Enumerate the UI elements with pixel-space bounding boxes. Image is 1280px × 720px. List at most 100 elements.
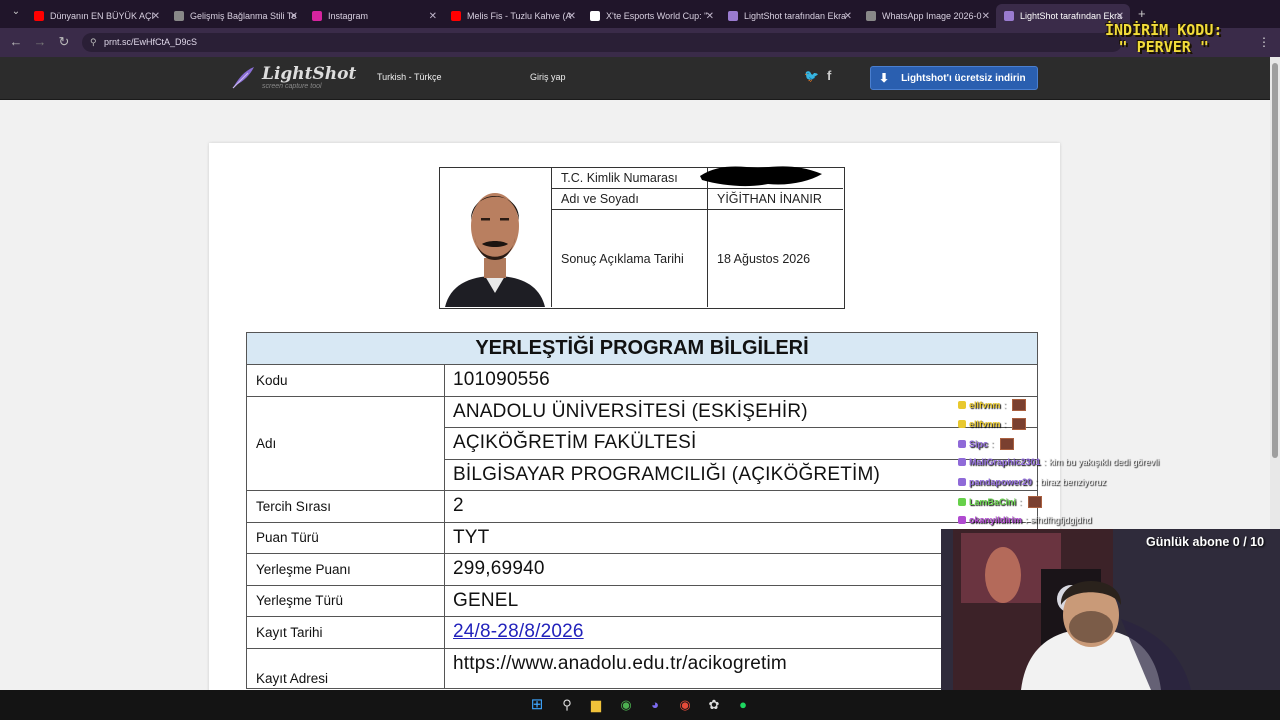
language-select[interactable]: Turkish - Türkçe — [377, 72, 442, 82]
chat-emote-icon — [999, 438, 1014, 450]
reg-date-label: Kayıt Tarihi — [246, 616, 445, 649]
discord-icon[interactable]: ◕ — [647, 697, 663, 713]
tab-close-icon[interactable]: ✕ — [568, 11, 576, 22]
scrollbar-thumb[interactable] — [1272, 63, 1278, 458]
browser-tab[interactable]: Instagram ✕ — [304, 4, 443, 28]
row-label: Puan Türü — [246, 521, 445, 554]
windows-start-icon[interactable]: ⊞ — [529, 697, 545, 713]
chat-message: MaliGraphic2301: kim bu yakışıklı dedi gö… — [958, 457, 1159, 467]
tab-title: WhatsApp Image 2026-0 — [882, 11, 982, 21]
chrome-icon[interactable]: ◉ — [618, 697, 634, 713]
name-label: Adı — [246, 395, 445, 491]
program-heading: YERLEŞTİĞİ PROGRAM BİLGİLERİ — [246, 332, 1038, 365]
login-link[interactable]: Giriş yap — [530, 72, 566, 82]
chat-separator: : — [991, 439, 994, 449]
obs-icon[interactable]: ✿ — [706, 697, 722, 713]
menu-icon[interactable]: ⋮ — [1258, 35, 1270, 49]
row-label: Yerleşme Puanı — [246, 553, 445, 586]
instagram-icon — [312, 11, 322, 21]
chat-badge-icon — [958, 498, 966, 506]
browser-tab[interactable]: WhatsApp Image 2026-0 ✕ — [858, 4, 996, 28]
globe-icon — [866, 11, 876, 21]
browser-tab[interactable]: Melis Fis - Tuzlu Kahve (A ✕ — [443, 4, 582, 28]
chat-username[interactable]: MaliGraphic2301 — [969, 457, 1041, 467]
redaction-scribble — [700, 166, 822, 187]
url-bar[interactable]: ⚲ prnt.sc/EwHfCtA_D9cS — [82, 33, 1122, 52]
taskbar: ⊞ ⚲ ▆ ◉ ◕ ◉ ✿ ● — [0, 690, 1280, 720]
browser-tab-bar: ⌄ Dünyanın EN BÜYÜK AÇI ✕ Gelişmiş Bağlanm… — [0, 0, 1280, 28]
lightshot-logo[interactable]: LightShot screen capture tool — [230, 65, 356, 91]
chat-username[interactable]: okanyildirim — [969, 515, 1022, 525]
chat-username[interactable]: LamBaCini — [969, 497, 1016, 507]
program-info-table: YERLEŞTİĞİ PROGRAM BİLGİLERİ Kodu 101090… — [246, 332, 1038, 689]
youtube-icon — [34, 11, 44, 21]
back-icon[interactable]: ← — [4, 34, 28, 49]
tab-title: X'te Esports World Cup: " — [606, 11, 708, 21]
tc-label: T.C. Kimlik Numarası — [552, 168, 708, 188]
chat-username[interactable]: Sipc — [969, 439, 988, 449]
tab-close-icon[interactable]: ✕ — [844, 11, 852, 22]
lightshot-icon — [1004, 11, 1014, 21]
chat-separator: : — [1035, 477, 1038, 487]
chat-badge-icon — [958, 516, 966, 524]
tab-search-icon[interactable]: ⌄ — [4, 6, 28, 17]
chat-message: pandapower20: biraz benziyoruz — [958, 477, 1106, 487]
feather-icon — [232, 67, 254, 89]
download-button[interactable]: ⬇ Lightshot'ı ücretsiz indirin — [870, 66, 1038, 90]
chat-username[interactable]: ellfvnm — [969, 400, 1001, 410]
site-info-icon[interactable]: ⚲ — [90, 33, 97, 52]
chat-emote-icon — [1012, 418, 1027, 430]
date-value: 18 Ağustos 2026 — [717, 251, 811, 266]
chat-message: okanyildirim: sfhdfhgfjdgjdhd — [958, 515, 1092, 525]
forward-icon[interactable]: → — [28, 34, 52, 49]
chat-text: biraz benziyoruz — [1040, 477, 1107, 487]
tab-close-icon[interactable]: ✕ — [290, 11, 298, 22]
twitter-icon[interactable]: 🐦 — [804, 69, 819, 83]
spotify-icon[interactable]: ● — [735, 697, 751, 713]
browser-tab[interactable]: X'te Esports World Cup: " ✕ — [582, 4, 720, 28]
chat-username[interactable]: ellfvnm — [969, 419, 1001, 429]
chat-badge-icon — [958, 401, 966, 409]
chat-emote-icon — [1012, 399, 1027, 411]
webcam-overlay — [941, 529, 1280, 690]
chat-text: kim bu yakışıklı dedi görevli — [1049, 457, 1160, 467]
new-tab-icon[interactable]: + — [1138, 6, 1146, 21]
tab-title: Dünyanın EN BÜYÜK AÇI — [50, 11, 155, 21]
facebook-icon[interactable]: f — [827, 68, 831, 83]
chat-message: ellfvnm: — [958, 399, 1027, 411]
browser-tab[interactable]: Gelişmiş Bağlanma Stili Te ✕ — [166, 4, 304, 28]
subscriber-goal: Günlük abone 0 / 10 — [1146, 535, 1265, 549]
program-name-line: ANADOLU ÜNİVERSİTESİ (ESKİŞEHİR) — [444, 395, 1038, 428]
tab-close-icon[interactable]: ✕ — [152, 11, 160, 22]
globe-icon — [174, 11, 184, 21]
date-label: Sonuç Açıklama Tarihi — [552, 210, 708, 307]
tab-title: Melis Fis - Tuzlu Kahve (A — [467, 11, 572, 21]
chat-message: LamBaCini: — [958, 496, 1042, 508]
chrome-profile-icon[interactable]: ◉ — [677, 697, 693, 713]
promo-overlay: İNDİRİM KODU: " PERVER " — [1105, 22, 1222, 56]
name-value: YİĞİTHAN İNANIR — [717, 192, 822, 206]
lightshot-header: LightShot screen capture tool Turkish - … — [0, 57, 1270, 100]
reg-addr-label: Kayıt Adresi — [246, 647, 445, 689]
chat-username[interactable]: pandapower20 — [969, 477, 1032, 487]
tab-close-icon[interactable]: ✕ — [1116, 11, 1124, 22]
promo-line: İNDİRİM KODU: — [1105, 21, 1223, 39]
chat-badge-icon — [958, 458, 966, 466]
chat-emote-icon — [1027, 496, 1042, 508]
tab-close-icon[interactable]: ✕ — [429, 11, 437, 22]
name-label: Adı ve Soyadı — [552, 189, 708, 209]
tab-close-icon[interactable]: ✕ — [982, 11, 990, 22]
search-icon[interactable]: ⚲ — [559, 697, 575, 713]
file-explorer-icon[interactable]: ▆ — [588, 697, 604, 713]
download-icon: ⬇ — [879, 71, 890, 85]
id-row-name: Adı ve Soyadı YİĞİTHAN İNANIR — [552, 189, 843, 210]
tab-close-icon[interactable]: ✕ — [706, 11, 714, 22]
browser-tab[interactable]: Dünyanın EN BÜYÜK AÇI ✕ — [26, 4, 166, 28]
browser-tab[interactable]: LightShot tarafından Ekra ✕ — [720, 4, 858, 28]
row-value: 2 — [444, 490, 1038, 523]
program-name-line: BİLGİSAYAR PROGRAMCILIĞI (AÇIKÖĞRETİM) — [444, 458, 1038, 491]
tab-title: Gelişmiş Bağlanma Stili Te — [190, 11, 297, 21]
id-row-date: Sonuç Açıklama Tarihi 18 Ağustos 2026 — [552, 210, 843, 307]
reload-icon[interactable]: ↻ — [52, 34, 76, 50]
chat-separator: : — [1025, 515, 1028, 525]
